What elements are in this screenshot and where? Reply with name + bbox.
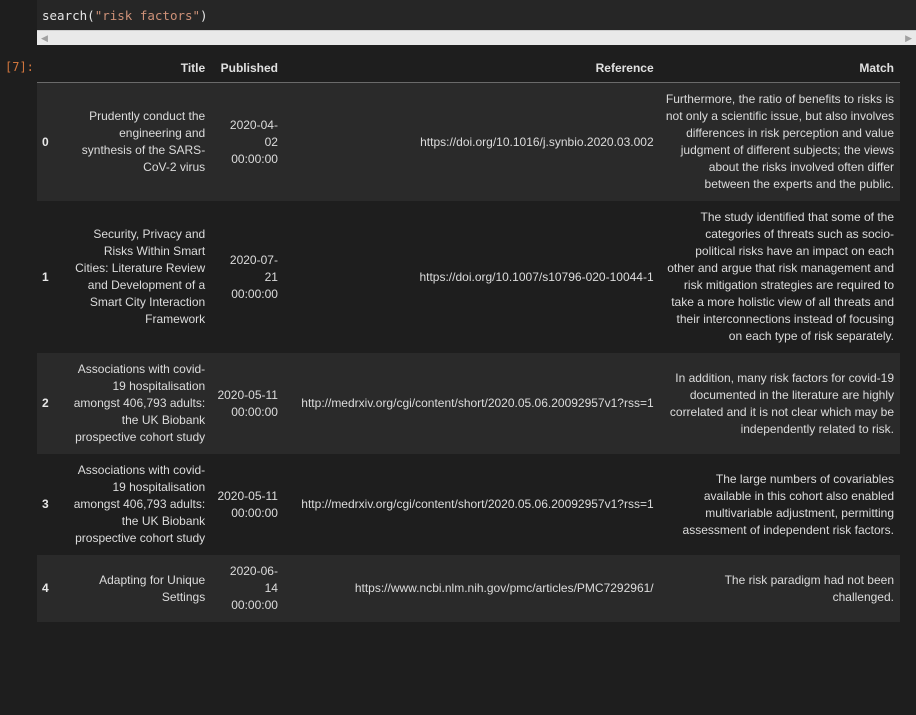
code-editor[interactable]: search("risk factors") xyxy=(37,0,916,30)
row-reference: https://www.ncbi.nlm.nih.gov/pmc/article… xyxy=(283,555,660,622)
row-index: 3 xyxy=(42,497,49,511)
row-match: The study identified that some of the ca… xyxy=(667,210,894,343)
row-published: 2020-05-11 00:00:00 xyxy=(211,353,284,454)
scroll-left-icon[interactable]: ◀ xyxy=(41,33,48,43)
row-title: Security, Privacy and Risks Within Smart… xyxy=(75,227,206,326)
row-index: 0 xyxy=(37,82,65,201)
reference-header: Reference xyxy=(283,54,660,83)
code-close-paren: ) xyxy=(200,8,208,23)
published-header: Published xyxy=(211,54,284,83)
row-match: In addition, many risk factors for covid… xyxy=(659,353,900,454)
code-cell[interactable]: search("risk factors") ◀ ▶ xyxy=(37,0,916,45)
index-header xyxy=(37,54,65,83)
row-published: 2020-05-11 00:00:00 xyxy=(217,488,278,520)
row-reference: http://medrxiv.org/cgi/content/short/202… xyxy=(301,497,654,511)
code-function: search( xyxy=(42,8,95,23)
row-published: 2020-06-14 00:00:00 xyxy=(211,555,284,622)
table-row: 4 Adapting for Unique Settings 2020-06-1… xyxy=(37,555,900,622)
row-match: The large numbers of covariables availab… xyxy=(682,471,894,537)
title-header: Title xyxy=(64,54,212,83)
row-index: 1 xyxy=(42,269,49,284)
row-title: Associations with covid-19 hospitalisati… xyxy=(73,463,206,545)
table-row: 1 Security, Privacy and Risks Within Sma… xyxy=(37,201,900,353)
results-table: Title Published Reference Match 0 Pruden… xyxy=(37,54,900,622)
notebook: search("risk factors") ◀ ▶ [7]: Title Pu… xyxy=(0,0,916,715)
table-row: 3 Associations with covid-19 hospitalisa… xyxy=(37,454,900,555)
horizontal-scrollbar[interactable]: ◀ ▶ xyxy=(37,30,916,45)
row-published: 2020-07-21 00:00:00 xyxy=(229,252,278,301)
table-row: 0 Prudently conduct the engineering and … xyxy=(37,82,900,201)
row-index: 4 xyxy=(37,555,65,622)
table-row: 2 Associations with covid-19 hospitalisa… xyxy=(37,353,900,454)
row-title: Associations with covid-19 hospitalisati… xyxy=(64,353,212,454)
row-index: 2 xyxy=(37,353,65,454)
row-title: Prudently conduct the engineering and sy… xyxy=(64,82,212,201)
row-match: Furthermore, the ratio of benefits to ri… xyxy=(659,82,900,201)
row-reference: https://doi.org/10.1016/j.synbio.2020.03… xyxy=(283,82,660,201)
row-reference: https://doi.org/10.1007/s10796-020-10044… xyxy=(419,269,654,284)
output-prompt: [7]: xyxy=(5,60,34,74)
row-title: Adapting for Unique Settings xyxy=(64,555,212,622)
row-published: 2020-04-02 00:00:00 xyxy=(211,82,284,201)
row-reference: http://medrxiv.org/cgi/content/short/202… xyxy=(283,353,660,454)
row-match: The risk paradigm had not been challenge… xyxy=(659,555,900,622)
table-header-row: Title Published Reference Match xyxy=(37,54,900,83)
code-string-argument: "risk factors" xyxy=(94,8,201,23)
scroll-right-icon[interactable]: ▶ xyxy=(905,33,912,43)
match-header: Match xyxy=(659,54,900,83)
